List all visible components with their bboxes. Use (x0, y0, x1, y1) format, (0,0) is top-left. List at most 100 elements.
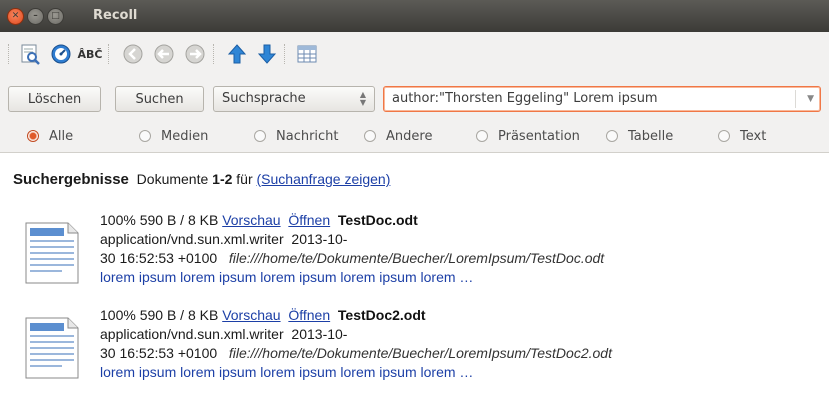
radio-icon (254, 130, 266, 142)
results-pane[interactable]: Suchergebnisse Dokumente 1-2 für (Suchan… (0, 152, 829, 392)
filter-label: Text (740, 128, 767, 144)
document-thumbnail-icon[interactable] (22, 312, 82, 382)
result-date-end: 30 16:52:53 +0100 (100, 250, 218, 266)
open-link[interactable]: Öffnen (288, 307, 330, 323)
result-date-end: 30 16:52:53 +0100 (100, 345, 218, 361)
results-for-word: für (236, 171, 253, 187)
previous-page-button[interactable] (151, 41, 177, 67)
result-item: 100% 590 B / 8 KB Vorschau Öffnen TestDo… (0, 211, 829, 303)
document-thumbnail-icon[interactable] (22, 217, 82, 287)
filter-presentation[interactable]: Präsentation (476, 128, 580, 144)
filter-label: Nachricht (276, 128, 339, 144)
previous-page-icon (154, 44, 174, 64)
filter-label: Tabelle (628, 128, 674, 144)
minimize-window-button[interactable]: – (27, 8, 44, 25)
title-bar: ✕ – □ Recoll (0, 0, 829, 32)
results-count-prefix: Dokumente (136, 171, 209, 187)
close-icon: ✕ (11, 11, 20, 21)
radio-icon (364, 130, 376, 142)
result-size: 590 B / 8 KB (139, 307, 219, 323)
result-text: 100% 590 B / 8 KB Vorschau Öffnen TestDo… (100, 306, 612, 382)
maximize-window-button[interactable]: □ (47, 8, 64, 25)
filter-spreadsheet[interactable]: Tabelle (606, 128, 673, 144)
results-heading: Suchergebnisse (13, 171, 129, 188)
search-input[interactable]: author:"Thorsten Eggeling" Lorem ipsum ▼ (383, 86, 821, 112)
toolbar-grip[interactable] (8, 44, 12, 64)
window-title: Recoll (93, 8, 138, 23)
preview-link[interactable]: Vorschau (222, 307, 280, 323)
result-title: TestDoc.odt (337, 212, 418, 228)
query-button[interactable] (48, 41, 74, 67)
next-page-button[interactable] (182, 41, 208, 67)
chevron-down-icon[interactable]: ▼ (807, 87, 814, 111)
first-page-icon (123, 44, 143, 64)
result-date-start: 2013-10- (291, 231, 348, 247)
radio-selected-icon (27, 130, 39, 142)
result-mime: application/vnd.sun.xml.writer (100, 231, 284, 247)
result-line-2: application/vnd.sun.xml.writer 2013-10- (100, 325, 612, 344)
filter-row: Alle Medien Nachricht Andere Präsentatio… (0, 122, 829, 150)
result-line-4: lorem ipsum lorem ipsum lorem ipsum lore… (100, 268, 604, 287)
result-text: 100% 590 B / 8 KB Vorschau Öffnen TestDo… (100, 211, 604, 287)
ab-icon: ÂBČ (77, 47, 103, 61)
clear-button[interactable]: Löschen (8, 86, 101, 112)
sort-descending-button[interactable] (254, 41, 280, 67)
spell-check-button[interactable] (17, 41, 43, 67)
toolbar-separator (108, 44, 112, 64)
filter-label: Medien (161, 128, 209, 144)
result-mime: application/vnd.sun.xml.writer (100, 326, 284, 342)
show-query-link[interactable]: (Suchanfrage zeigen) (257, 171, 391, 187)
result-path: file:///home/te/Dokumente/Buecher/LoremI… (228, 250, 605, 266)
results-range: 1-2 (212, 171, 233, 187)
table-view-button[interactable] (294, 41, 320, 67)
filter-message[interactable]: Nachricht (254, 128, 339, 144)
result-item: 100% 590 B / 8 KB Vorschau Öffnen TestDo… (0, 306, 829, 398)
result-line-1: 100% 590 B / 8 KB Vorschau Öffnen TestDo… (100, 306, 612, 325)
filter-label: Andere (386, 128, 433, 144)
filter-text[interactable]: Text (718, 128, 766, 144)
query-icon (51, 44, 71, 64)
result-abstract: lorem ipsum lorem ipsum lorem ipsum lore… (100, 269, 474, 285)
dropdown-separator (795, 90, 796, 108)
search-row: Löschen Suchen Suchsprache ▲ ▼ author:"Th… (0, 82, 829, 116)
close-window-button[interactable]: ✕ (7, 8, 24, 25)
result-title: TestDoc2.odt (337, 307, 426, 323)
result-line-3: 30 16:52:53 +0100 file:///home/te/Dokume… (100, 344, 612, 363)
first-page-button[interactable] (120, 41, 146, 67)
result-size: 590 B / 8 KB (139, 212, 219, 228)
maximize-icon: □ (51, 11, 60, 21)
filter-label: Alle (49, 128, 74, 144)
result-path: file:///home/te/Dokumente/Buecher/LoremI… (228, 345, 612, 361)
recoll-window: ✕ – □ Recoll ÂBČ Löschen Suchen Suchspra… (0, 0, 829, 392)
result-date-start: 2013-10- (291, 326, 348, 342)
filter-all[interactable]: Alle (27, 128, 73, 144)
results-header: Suchergebnisse Dokumente 1-2 für (Suchan… (13, 171, 390, 188)
spell-check-icon (21, 44, 40, 65)
sort-down-icon (257, 44, 277, 64)
radio-icon (606, 130, 618, 142)
search-button[interactable]: Suchen (115, 86, 204, 112)
filter-label: Präsentation (498, 128, 580, 144)
open-link[interactable]: Öffnen (288, 212, 330, 228)
radio-icon (139, 130, 151, 142)
ab-button[interactable]: ÂBČ (77, 41, 103, 67)
filter-media[interactable]: Medien (139, 128, 208, 144)
search-query-text: author:"Thorsten Eggeling" Lorem ipsum (392, 91, 658, 106)
result-line-2: application/vnd.sun.xml.writer 2013-10- (100, 230, 604, 249)
minimize-icon: – (33, 11, 38, 21)
result-abstract: lorem ipsum lorem ipsum lorem ipsum lore… (100, 364, 474, 380)
search-language-combo[interactable]: Suchsprache ▲ ▼ (213, 86, 375, 112)
sort-ascending-button[interactable] (224, 41, 250, 67)
next-page-icon (185, 44, 205, 64)
result-line-3: 30 16:52:53 +0100 file:///home/te/Dokume… (100, 249, 604, 268)
updown-arrows-icon: ▲ ▼ (359, 90, 366, 107)
result-line-4: lorem ipsum lorem ipsum lorem ipsum lore… (100, 363, 612, 382)
filter-other[interactable]: Andere (364, 128, 432, 144)
result-line-1: 100% 590 B / 8 KB Vorschau Öffnen TestDo… (100, 211, 604, 230)
preview-link[interactable]: Vorschau (222, 212, 280, 228)
toolbar-separator (284, 44, 288, 64)
search-language-value: Suchsprache (222, 91, 306, 106)
sort-up-icon (227, 44, 247, 64)
toolbar-separator (213, 44, 217, 64)
radio-icon (718, 130, 730, 142)
